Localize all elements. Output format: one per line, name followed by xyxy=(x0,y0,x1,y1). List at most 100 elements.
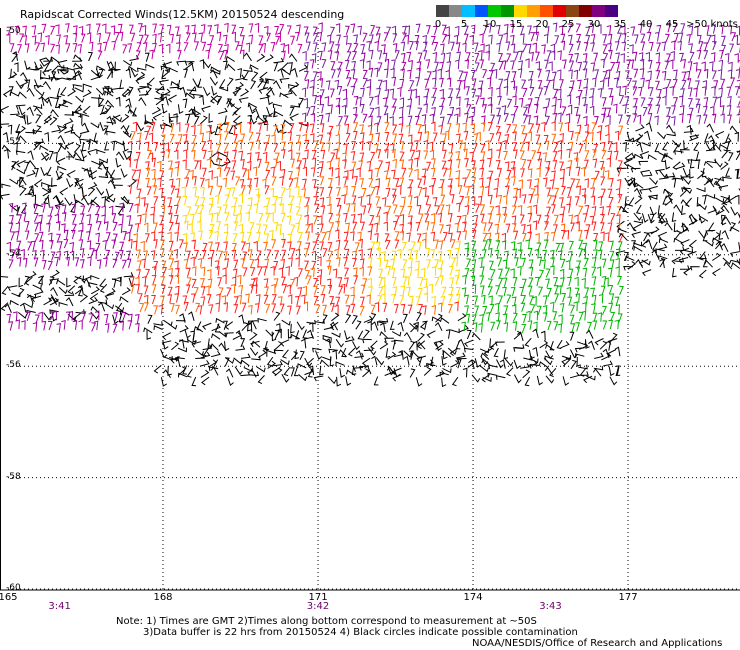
wind-barb xyxy=(367,277,373,288)
wind-barb xyxy=(34,222,39,232)
wind-barb xyxy=(555,242,561,253)
wind-barb xyxy=(407,69,412,80)
wind-barb xyxy=(645,121,653,132)
wind-barb xyxy=(551,121,556,132)
wind-barb xyxy=(674,150,684,155)
wind-barb xyxy=(497,168,502,178)
wind-barb xyxy=(343,240,349,250)
wind-barb xyxy=(495,375,506,380)
wind-barb xyxy=(604,124,610,135)
wind-barb xyxy=(578,205,584,215)
wind-barb xyxy=(639,188,649,194)
wind-barb xyxy=(184,123,190,133)
wind-barb xyxy=(688,43,694,53)
wind-barb xyxy=(554,214,559,224)
wind-barb xyxy=(394,231,400,241)
wind-barb xyxy=(58,103,69,109)
wind-barb xyxy=(319,197,325,207)
wind-barb xyxy=(278,267,284,278)
wind-barb xyxy=(199,132,205,143)
wind-barb xyxy=(145,63,155,69)
wind-barb xyxy=(256,366,266,373)
wind-barb xyxy=(609,177,614,188)
wind-barb xyxy=(641,238,649,248)
wind-barb xyxy=(375,196,381,206)
wind-barb xyxy=(381,197,387,207)
wind-barb xyxy=(426,25,431,35)
wind-barb xyxy=(265,169,271,180)
wind-barb xyxy=(357,330,364,340)
wind-barb xyxy=(415,77,420,87)
wind-barb xyxy=(257,375,265,385)
wind-barb xyxy=(170,302,175,313)
wind-barb xyxy=(552,112,558,123)
wind-barb xyxy=(504,358,514,367)
wind-barb xyxy=(678,257,689,264)
wind-barb xyxy=(530,32,536,42)
wind-barb xyxy=(576,357,581,367)
wind-barb xyxy=(276,160,282,171)
wind-barb xyxy=(304,79,310,89)
wind-barb xyxy=(118,223,123,234)
wind-barb xyxy=(153,141,159,152)
wind-barb xyxy=(209,69,218,79)
wind-barb xyxy=(479,365,489,373)
wind-barb xyxy=(471,78,477,88)
wind-barb xyxy=(205,285,210,296)
wind-barb xyxy=(728,152,734,162)
wind-barb xyxy=(350,303,356,314)
wind-barb xyxy=(711,86,716,96)
wind-barb xyxy=(440,43,445,54)
wind-barb xyxy=(403,331,412,341)
wind-barb xyxy=(50,43,56,53)
wind-barb xyxy=(153,239,158,249)
wind-barb xyxy=(193,325,204,333)
wind-barb xyxy=(608,95,614,106)
wind-barb xyxy=(182,159,187,169)
wind-barb xyxy=(360,284,366,294)
wind-barb xyxy=(392,220,398,231)
wind-barb xyxy=(473,42,479,52)
wind-barb xyxy=(640,77,645,88)
wind-barb xyxy=(224,212,230,222)
wind-barb xyxy=(298,374,308,382)
wind-barb xyxy=(570,323,576,333)
wind-barb xyxy=(290,224,296,234)
wind-barb xyxy=(236,274,242,285)
wind-barb xyxy=(379,341,389,350)
wind-barb xyxy=(455,123,461,133)
wind-barb xyxy=(16,256,22,267)
wind-barb xyxy=(59,187,69,196)
wind-barb xyxy=(642,106,648,117)
wind-barb xyxy=(80,205,86,215)
wind-barb xyxy=(194,249,200,260)
wind-barb xyxy=(522,43,528,53)
wind-barb xyxy=(466,258,472,268)
wind-barb xyxy=(681,59,687,69)
wind-barb xyxy=(417,131,423,142)
wind-barb xyxy=(426,161,432,171)
wind-barb xyxy=(455,158,461,169)
wind-barb xyxy=(520,33,525,43)
wind-barb xyxy=(47,185,58,190)
wind-barb xyxy=(385,161,391,172)
wind-barb xyxy=(584,287,590,297)
wind-barb xyxy=(335,257,341,267)
wind-barb xyxy=(204,178,210,189)
wind-barb xyxy=(182,98,188,109)
wind-barb xyxy=(506,294,512,304)
wind-barb xyxy=(648,41,654,52)
wind-barb xyxy=(293,177,299,187)
wind-barb xyxy=(182,195,188,206)
wind-barb xyxy=(10,231,16,241)
wind-barb xyxy=(240,353,251,359)
wind-barb xyxy=(600,166,605,177)
wind-barb xyxy=(409,368,416,378)
wind-barb xyxy=(45,35,50,45)
wind-barb xyxy=(182,214,187,225)
wind-barb xyxy=(253,240,258,251)
wind-barb xyxy=(214,152,220,163)
wind-barb xyxy=(199,59,205,69)
wind-barb xyxy=(302,285,308,296)
wind-barb xyxy=(137,86,148,93)
